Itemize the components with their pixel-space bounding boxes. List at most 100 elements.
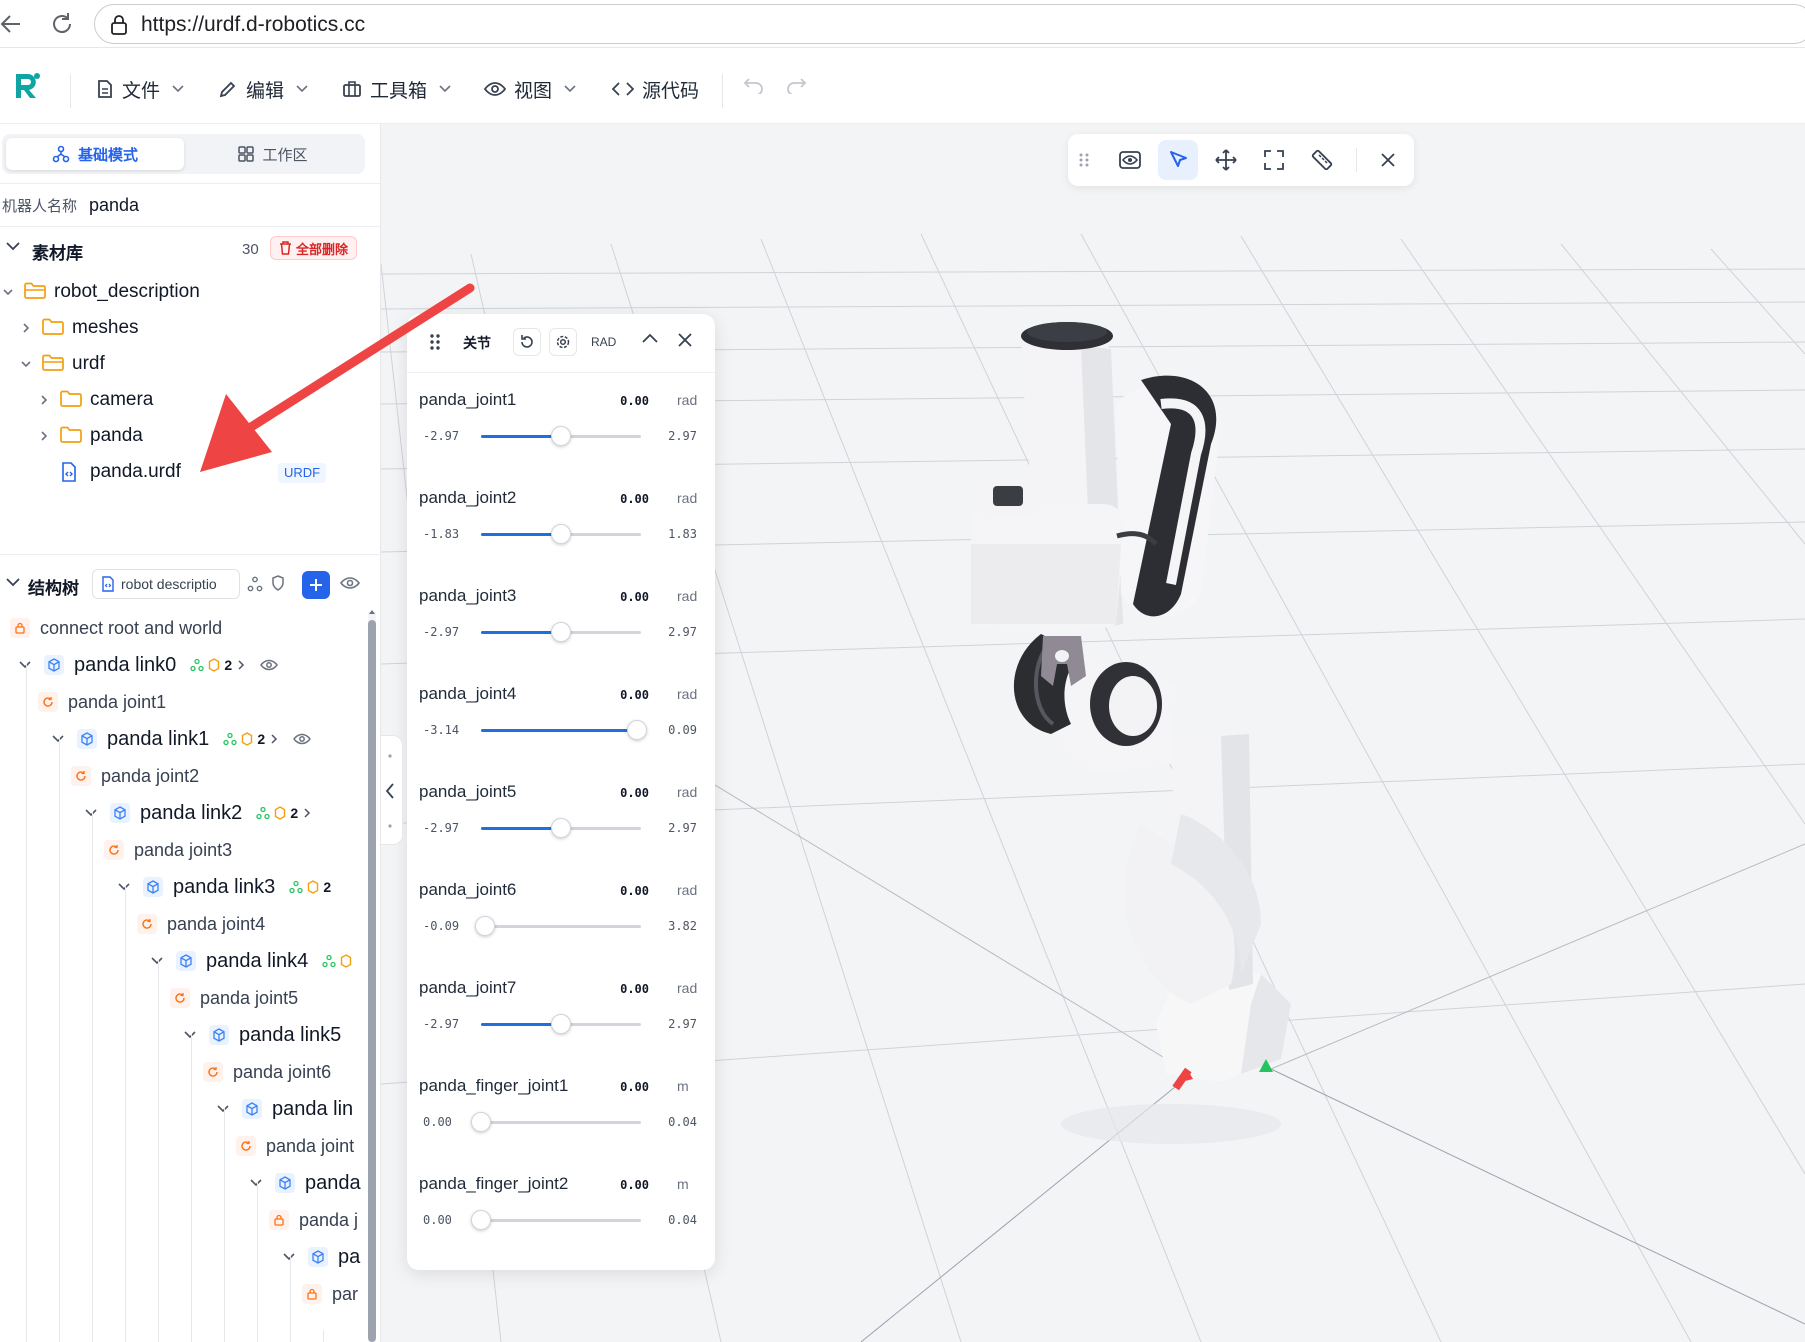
joint-value[interactable]: 0.00 [620,982,649,996]
menu-view[interactable]: 视图 [484,72,576,106]
chevron-right-icon[interactable] [269,733,279,745]
chevron-up-icon[interactable] [641,332,659,344]
joint-value[interactable]: 0.00 [620,786,649,800]
assets-section-header[interactable]: 素材库 30 全部删除 [0,232,381,266]
tree-link-node[interactable]: panda link5 [183,1019,341,1051]
redo-icon[interactable] [784,78,810,94]
tree-joint-node[interactable]: par [302,1278,358,1310]
link-child-count: 2 [224,657,233,673]
joint-slider-thumb[interactable] [551,1014,571,1034]
fullscreen-icon[interactable] [1254,140,1294,180]
joint-slider-thumb[interactable] [551,426,571,446]
joint-slider-thumb[interactable] [471,1210,491,1230]
joint-slider-track[interactable] [481,524,641,544]
robot-name-input[interactable]: panda [89,195,139,216]
joint-slider-track[interactable] [474,916,641,936]
select-cursor-icon[interactable] [1158,140,1198,180]
tree-link-node[interactable]: panda link4 [150,945,352,977]
site-info-icon[interactable] [109,14,129,36]
tree-link-node[interactable]: panda link0 2 [18,649,279,681]
tree-node-label: panda [305,1171,361,1194]
tree-link-node[interactable]: panda lin [216,1093,353,1125]
joint-slider-thumb[interactable] [551,622,571,642]
chevron-right-icon[interactable] [302,807,312,819]
undo-icon[interactable] [740,78,766,94]
tree-joint-node[interactable]: panda joint5 [170,982,298,1014]
eye-view-icon[interactable] [1110,140,1150,180]
ruler-icon[interactable] [1302,140,1342,180]
tree-joint-node[interactable]: panda joint6 [203,1056,331,1088]
move-icon[interactable] [1206,140,1246,180]
joint-slider-thumb[interactable] [626,720,647,740]
menu-edit[interactable]: 编辑 [218,72,308,106]
close-icon[interactable] [677,332,693,348]
joint-slider-track[interactable] [471,1112,641,1132]
reset-icon[interactable] [513,328,541,356]
joint-value[interactable]: 0.00 [620,688,649,702]
chevron-right-icon[interactable] [38,394,50,406]
url-field[interactable]: https://urdf.d-robotics.cc [94,4,1805,44]
collision-icon [274,806,286,820]
add-button[interactable] [302,571,330,599]
structure-file-select[interactable]: robot descriptio [92,569,240,599]
chevron-down-icon[interactable] [6,578,20,587]
tree-link-node[interactable]: panda [249,1167,361,1199]
joint-slider-track[interactable] [481,1014,641,1034]
chevron-right-icon[interactable] [20,322,32,334]
eye-icon[interactable] [260,659,279,671]
joint-slider-track[interactable] [481,818,641,838]
joint-value[interactable]: 0.00 [620,492,649,506]
joint-value[interactable]: 0.00 [620,394,649,408]
joint-slider-track[interactable] [471,1210,641,1230]
app-logo[interactable] [12,70,42,102]
unit-toggle[interactable]: RAD [591,335,616,349]
tree-joint-node[interactable]: panda j [269,1204,358,1236]
joint-slider-thumb[interactable] [471,1112,491,1132]
tab-basic-mode[interactable]: 基础模式 [6,138,184,170]
gear-icon[interactable] [549,328,577,356]
chevron-right-icon[interactable] [236,659,246,671]
close-icon[interactable] [1368,140,1408,180]
eye-icon[interactable] [293,733,312,745]
shield-icon[interactable] [271,575,285,591]
tree-joint-node[interactable]: panda joint1 [38,686,166,718]
tree-link-node[interactable]: panda link3 2 [117,871,331,903]
menu-toolbox[interactable]: 工具箱 [342,72,451,106]
scroll-up-arrow-icon[interactable] [368,608,376,616]
joint-slider-thumb[interactable] [474,916,495,936]
chevron-down-icon[interactable] [20,358,32,370]
joint-max: 2.97 [668,625,697,639]
joint-value[interactable]: 0.00 [620,1080,649,1094]
tree-joint-node[interactable]: panda joint2 [71,760,199,792]
tab-workspace[interactable]: 工作区 [184,138,362,170]
toolbox-icon [342,80,362,98]
drag-grip-icon[interactable] [1072,140,1096,180]
joint-slider-track[interactable] [481,426,641,446]
hierarchy-icon[interactable] [247,576,263,592]
tree-link-node[interactable]: pa [282,1241,360,1273]
tree-link-node[interactable]: panda link1 2 [51,723,312,755]
tree-link-node[interactable]: panda link2 2 [84,797,312,829]
collapse-panel-handle[interactable] [381,735,403,845]
joint-value[interactable]: 0.00 [620,884,649,898]
eye-icon[interactable] [340,576,360,590]
chevron-down-icon[interactable] [2,286,14,298]
tree-joint-node[interactable]: connect root and world [10,612,222,644]
tree-joint-node[interactable]: panda joint4 [137,908,265,940]
delete-all-button[interactable]: 全部删除 [270,236,358,260]
tree-joint-node[interactable]: panda joint3 [104,834,232,866]
menu-file[interactable]: 文件 [96,72,184,106]
chevron-right-icon[interactable] [38,430,50,442]
reload-icon[interactable] [48,10,76,38]
url-text: https://urdf.d-robotics.cc [141,13,366,36]
joint-value[interactable]: 0.00 [620,590,649,604]
joint-slider-thumb[interactable] [551,818,571,838]
structure-scrollbar-thumb[interactable] [368,620,376,1342]
joint-slider-track[interactable] [481,622,641,642]
tree-joint-node[interactable]: panda joint [236,1130,354,1162]
back-arrow-icon[interactable] [0,10,26,38]
joint-slider-track[interactable] [481,720,647,740]
menu-source-code[interactable]: 源代码 [612,72,699,106]
joint-value[interactable]: 0.00 [620,1178,649,1192]
joint-slider-thumb[interactable] [551,524,571,544]
